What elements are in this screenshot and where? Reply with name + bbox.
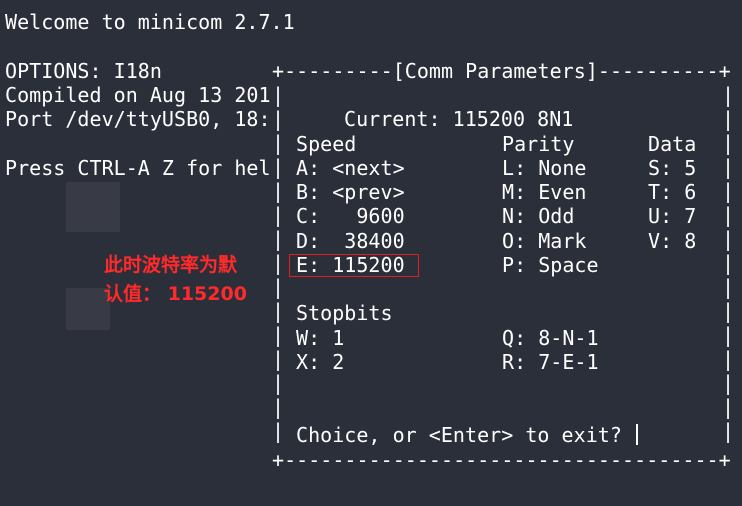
welcome-line: Welcome to minicom 2.7.1: [5, 10, 295, 34]
speed-option-next[interactable]: A: <next>: [296, 156, 405, 180]
data-header: Data: [648, 132, 697, 156]
preset-option-8n1[interactable]: Q: 8-N-1: [502, 326, 599, 350]
dialog-title-border: +---------[Comm Parameters]----------+: [272, 59, 731, 83]
speed-option-prev[interactable]: B: <prev>: [296, 180, 405, 204]
data-option-8[interactable]: V: 8: [648, 229, 696, 253]
parity-option-none[interactable]: L: None: [502, 156, 587, 180]
speed-option-38400[interactable]: D: 38400: [296, 229, 405, 253]
options-line: OPTIONS: I18n: [5, 59, 162, 83]
stopbits-header: Stopbits: [296, 301, 393, 325]
text-cursor: [636, 424, 638, 445]
highlight-box: [289, 254, 419, 277]
dialog-right-border: | | | | | | | | | | | | | | |: [722, 83, 735, 443]
desktop-icon-ghost: [66, 182, 120, 232]
annotation-line-2: 认值： 115200: [104, 283, 247, 305]
data-option-5[interactable]: S: 5: [648, 156, 696, 180]
choice-prompt: Choice, or <Enter> to exit?: [296, 423, 622, 447]
parity-option-mark[interactable]: O: Mark: [502, 229, 587, 253]
parity-option-odd[interactable]: N: Odd: [502, 204, 574, 228]
stopbits-option-1[interactable]: W: 1: [296, 326, 344, 350]
speed-option-9600[interactable]: C: 9600: [296, 204, 405, 228]
data-option-7[interactable]: U: 7: [648, 204, 696, 228]
press-hint-line: Press CTRL-A Z for hel: [5, 156, 271, 180]
port-line: Port /dev/ttyUSB0, 18:: [5, 107, 271, 131]
preset-option-7e1[interactable]: R: 7-E-1: [502, 350, 599, 374]
terminal-window[interactable]: Welcome to minicom 2.7.1 OPTIONS: I18n C…: [0, 0, 742, 506]
dialog-bottom-border: +------------------------------------+: [272, 448, 731, 472]
parity-header: Parity: [502, 132, 575, 156]
dialog-left-border: | | | | | | | | | | | | | | |: [272, 83, 285, 443]
speed-header: Speed: [296, 132, 357, 156]
compiled-line: Compiled on Aug 13 201: [5, 83, 271, 107]
annotation-line-1: 此时波特率为默: [104, 254, 238, 276]
stopbits-option-2[interactable]: X: 2: [296, 350, 344, 374]
data-option-6[interactable]: T: 6: [648, 180, 696, 204]
current-setting: Current: 115200 8N1: [344, 107, 574, 131]
parity-option-space[interactable]: P: Space: [502, 253, 599, 277]
parity-option-even[interactable]: M: Even: [502, 180, 587, 204]
